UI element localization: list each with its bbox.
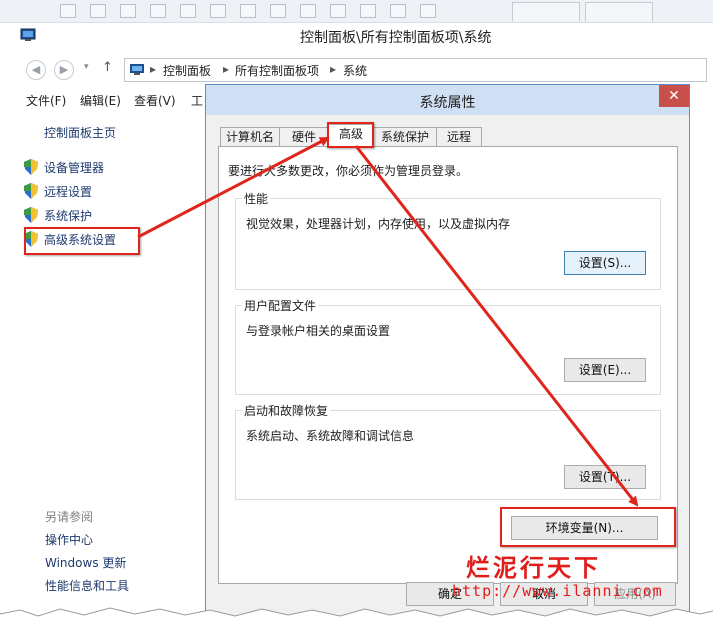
- group-title: 性能: [242, 190, 271, 207]
- sidebar-item-label: 设备管理器: [44, 161, 105, 175]
- up-arrow-icon[interactable]: ↑: [102, 60, 113, 75]
- toolbar-icon: [360, 4, 376, 18]
- sidebar-item-label: 远程设置: [44, 185, 93, 199]
- user-profiles-settings-button[interactable]: 设置(E)...: [564, 358, 646, 382]
- group-title: 用户配置文件: [242, 297, 319, 314]
- recent-pages-icon[interactable]: ▾: [84, 62, 89, 72]
- sidebar-item-label: 系统保护: [44, 209, 93, 223]
- browser-tab[interactable]: [585, 2, 653, 21]
- watermark-brand: 烂泥行天下: [466, 553, 601, 582]
- toolbar-icon: [120, 4, 136, 18]
- startup-recovery-settings-button[interactable]: 设置(T)...: [564, 465, 646, 489]
- shield-icon: [24, 183, 38, 199]
- close-icon: ✕: [668, 88, 680, 104]
- toolbar-icon: [180, 4, 196, 18]
- sidebar-home-link[interactable]: 控制面板主页: [44, 124, 116, 141]
- close-button[interactable]: ✕: [659, 85, 689, 107]
- group-title: 启动和故障恢复: [242, 402, 331, 419]
- highlight-advanced-tab: [327, 122, 374, 148]
- highlight-environment-variables: [500, 507, 676, 547]
- toolbar-icon: [330, 4, 346, 18]
- link-windows-update[interactable]: Windows 更新: [45, 554, 126, 571]
- performance-settings-button[interactable]: 设置(S)...: [564, 251, 646, 275]
- toolbar-icon: [390, 4, 406, 18]
- dialog-title: 系统属性: [419, 95, 476, 111]
- admin-notice: 要进行大多数更改，你必须作为管理员登录。: [228, 164, 469, 178]
- breadcrumb-control-panel[interactable]: 控制面板: [163, 62, 211, 79]
- address-bar[interactable]: ▸ 控制面板 ▸ 所有控制面板项 ▸ 系统: [124, 58, 707, 82]
- menu-tools[interactable]: 工: [191, 92, 203, 109]
- group-description: 与登录帐户相关的桌面设置: [246, 324, 391, 338]
- browser-tab[interactable]: [512, 2, 580, 21]
- forward-button[interactable]: ▶: [54, 60, 74, 80]
- tab-remote[interactable]: 远程: [436, 127, 482, 147]
- breadcrumb-all-items[interactable]: 所有控制面板项: [235, 62, 319, 79]
- computer-icon: [130, 64, 144, 75]
- tab-system-protection[interactable]: 系统保护: [373, 127, 437, 147]
- toolbar-icon: [210, 4, 226, 18]
- window-title: 控制面板\所有控制面板项\系统: [300, 30, 492, 46]
- menu-view[interactable]: 查看(V): [134, 92, 176, 109]
- group-description: 视觉效果，处理器计划，内存使用，以及虚拟内存: [246, 217, 511, 231]
- toolbar-icon: [300, 4, 316, 18]
- back-button[interactable]: ◀: [26, 60, 46, 80]
- tab-hardware[interactable]: 硬件: [279, 127, 329, 147]
- toolbar-icon: [420, 4, 436, 18]
- tab-computer-name[interactable]: 计算机名: [220, 127, 280, 147]
- toolbar-icon: [60, 4, 76, 18]
- menu-edit[interactable]: 编辑(E): [80, 92, 121, 109]
- menu-file[interactable]: 文件(F): [26, 92, 66, 109]
- toolbar-icon: [150, 4, 166, 18]
- user-profiles-group: 用户配置文件 与登录帐户相关的桌面设置 设置(E)...: [235, 297, 661, 395]
- link-performance-tools[interactable]: 性能信息和工具: [45, 577, 129, 594]
- highlight-advanced-settings: [24, 227, 140, 255]
- see-also-heading: 另请参阅: [45, 510, 94, 524]
- taskbar-strip: [0, 0, 713, 23]
- address-row: ◀ ▶ ▾ ↑ ▸ 控制面板 ▸ 所有控制面板项 ▸ 系统: [0, 54, 707, 86]
- startup-recovery-group: 启动和故障恢复 系统启动、系统故障和调试信息 设置(T)...: [235, 402, 661, 500]
- torn-edge: [0, 607, 713, 634]
- toolbar-icon: [240, 4, 256, 18]
- breadcrumb-separator: ▸: [330, 62, 337, 76]
- link-action-center[interactable]: 操作中心: [45, 531, 93, 548]
- breadcrumb-separator: ▸: [223, 62, 230, 76]
- group-description: 系统启动、系统故障和调试信息: [246, 429, 415, 443]
- system-window-icon: [20, 28, 36, 41]
- toolbar-icon: [90, 4, 106, 18]
- toolbar-icon: [270, 4, 286, 18]
- watermark-url: http://www.ilanni.com: [452, 582, 663, 600]
- shield-icon: [24, 159, 38, 175]
- menu-bar: 文件(F) 编辑(E) 查看(V) 工: [0, 90, 205, 110]
- shield-icon: [24, 207, 38, 223]
- breadcrumb-separator: ▸: [150, 62, 157, 76]
- dialog-titlebar[interactable]: 系统属性 ✕: [206, 85, 689, 115]
- performance-group: 性能 视觉效果，处理器计划，内存使用，以及虚拟内存 设置(S)...: [235, 190, 661, 290]
- breadcrumb-system[interactable]: 系统: [343, 62, 367, 79]
